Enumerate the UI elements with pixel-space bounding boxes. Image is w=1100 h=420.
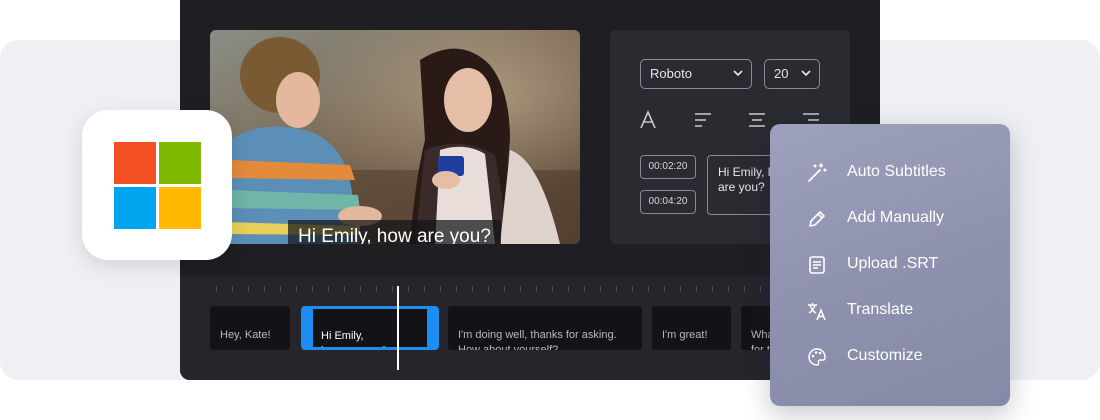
menu-item-label: Translate — [847, 301, 914, 318]
ruler-tick — [536, 286, 537, 292]
logo-square-green — [159, 142, 201, 184]
chevron-down-icon — [801, 70, 811, 77]
subtitle-options-menu: Auto Subtitles Add Manually Upload .SRT … — [770, 124, 1010, 406]
ruler-tick — [376, 286, 377, 292]
ruler-tick — [408, 286, 409, 292]
ruler-tick — [248, 286, 249, 292]
menu-item-translate[interactable]: Translate — [806, 295, 996, 325]
start-time-field[interactable]: 00:02:20 — [640, 155, 696, 179]
logo-square-red — [114, 142, 156, 184]
ruler-tick — [472, 286, 473, 292]
ruler-tick — [600, 286, 601, 292]
ruler-tick — [424, 286, 425, 292]
ruler-tick — [344, 286, 345, 292]
ruler-tick — [296, 286, 297, 292]
ruler-tick — [264, 286, 265, 292]
ruler-tick — [760, 286, 761, 292]
menu-item-label: Add Manually — [847, 209, 944, 226]
ruler-tick — [440, 286, 441, 292]
clip-text: I'm doing well, thanks for asking. How a… — [458, 329, 617, 350]
logo-square-blue — [114, 187, 156, 229]
font-select[interactable]: Roboto — [640, 59, 752, 89]
ruler-tick — [504, 286, 505, 292]
font-size-select-value: 20 — [774, 66, 789, 81]
chevron-down-icon — [733, 70, 743, 77]
ruler-tick — [680, 286, 681, 292]
ruler-tick — [232, 286, 233, 292]
clip-text: Hi Emily, how are you? — [321, 330, 387, 347]
ruler-tick — [712, 286, 713, 292]
ruler-tick — [568, 286, 569, 292]
subtitle-clip-selected[interactable]: Hi Emily, how are you? — [301, 306, 439, 350]
ruler-tick — [648, 286, 649, 292]
end-time-field[interactable]: 00:04:20 — [640, 190, 696, 214]
ruler-tick — [520, 286, 521, 292]
ruler-tick — [392, 286, 393, 292]
ruler-tick — [696, 286, 697, 292]
ruler-tick — [312, 286, 313, 292]
text-style-icon[interactable] — [638, 110, 658, 130]
palette-icon — [808, 348, 826, 366]
menu-item-label: Upload .SRT — [847, 255, 939, 272]
microsoft-logo-tile — [82, 110, 232, 260]
menu-item-add-manually[interactable]: Add Manually — [806, 203, 996, 233]
ruler-tick — [328, 286, 329, 292]
clip-text: Hey, Kate! — [220, 329, 271, 341]
menu-item-auto-subtitles[interactable]: Auto Subtitles — [806, 157, 996, 187]
video-frame-image — [210, 30, 580, 244]
translate-icon — [808, 303, 826, 321]
video-caption: Hi Emily, how are you? — [288, 220, 501, 244]
pencil-icon — [809, 211, 825, 227]
ruler-tick — [216, 286, 217, 292]
ruler-tick — [360, 286, 361, 292]
ruler-tick — [616, 286, 617, 292]
logo-square-yellow — [159, 187, 201, 229]
align-center-icon[interactable] — [747, 110, 767, 130]
menu-item-customize[interactable]: Customize — [806, 341, 996, 371]
ruler-tick — [664, 286, 665, 292]
font-size-select[interactable]: 20 — [764, 59, 820, 89]
align-left-icon[interactable] — [693, 110, 713, 130]
playhead[interactable] — [397, 286, 399, 370]
menu-item-upload-srt[interactable]: Upload .SRT — [806, 249, 996, 279]
subtitle-clip[interactable]: I'm great! — [652, 306, 731, 350]
magic-wand-icon — [808, 163, 827, 182]
subtitle-clip[interactable]: Hey, Kate! — [210, 306, 290, 350]
ruler-tick — [728, 286, 729, 292]
ruler-tick — [584, 286, 585, 292]
font-select-value: Roboto — [650, 66, 692, 81]
clip-text: I'm great! — [662, 329, 708, 341]
menu-item-label: Auto Subtitles — [847, 163, 946, 180]
menu-item-label: Customize — [847, 347, 923, 364]
ruler-tick — [280, 286, 281, 292]
video-preview[interactable]: Hi Emily, how are you? — [210, 30, 580, 244]
ruler-tick — [744, 286, 745, 292]
subtitle-clip[interactable]: I'm doing well, thanks for asking. How a… — [448, 306, 642, 350]
ruler-tick — [488, 286, 489, 292]
ruler-tick — [456, 286, 457, 292]
clip-trim-handle-right[interactable] — [432, 321, 434, 333]
clip-trim-handle-left[interactable] — [306, 321, 308, 333]
ruler-tick — [632, 286, 633, 292]
ruler-tick — [552, 286, 553, 292]
document-icon — [809, 256, 825, 274]
